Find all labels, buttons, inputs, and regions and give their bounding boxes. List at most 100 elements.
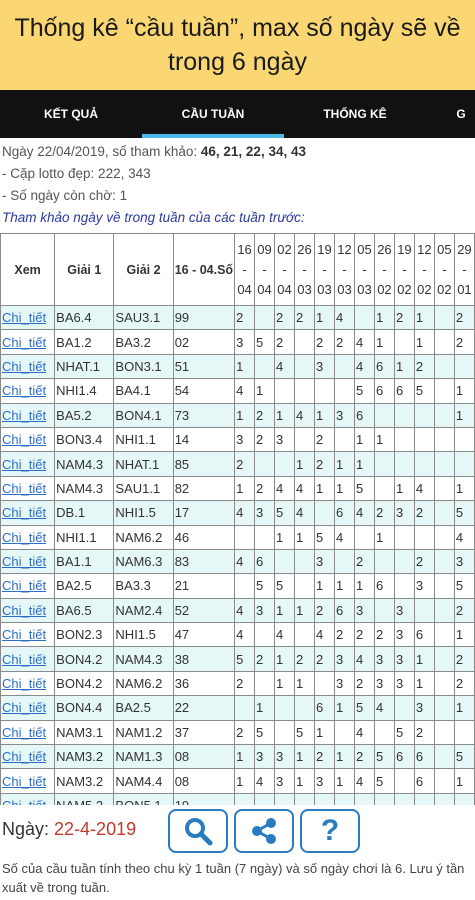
cell-giai-2: BA4.1 <box>113 378 174 404</box>
cell-day-count <box>294 548 315 575</box>
detail-link[interactable]: Chi_tiết <box>0 622 56 648</box>
help-button[interactable]: ? <box>300 809 360 853</box>
cell-day-count: 5 <box>294 719 315 746</box>
detail-link[interactable]: Chi_tiết <box>0 353 56 380</box>
cell-day-count <box>373 548 395 575</box>
cell-giai-2: BA3.3 <box>113 573 174 599</box>
cell-giai-2: BA2.5 <box>113 695 174 721</box>
detail-link[interactable]: Chi_tiết <box>0 378 56 404</box>
cell-day-count: 5 <box>373 768 395 794</box>
cell-day-count: 2 <box>373 622 395 648</box>
date-value[interactable]: 22-4-2019 <box>54 819 136 839</box>
detail-link[interactable]: Chi_tiết <box>0 548 56 575</box>
detail-link[interactable]: Chi_tiết <box>0 500 56 526</box>
detail-link[interactable]: Chi_tiết <box>0 719 56 746</box>
cell-day-count <box>393 573 415 599</box>
tab-cau-tuan[interactable]: CẦU TUẦN <box>142 90 284 138</box>
detail-link[interactable]: Chi_tiết <box>0 426 56 453</box>
cell-so: 47 <box>172 622 236 648</box>
detail-link[interactable]: Chi_tiết <box>0 475 56 502</box>
cell-day-count: 3 <box>393 500 415 526</box>
header-date-part: 02 <box>277 241 292 257</box>
cell-so: 99 <box>172 304 236 331</box>
detail-link[interactable]: Chi_tiết <box>0 670 56 697</box>
detail-link[interactable]: Chi_tiết <box>0 329 56 355</box>
cell-day-count <box>453 426 475 453</box>
table-body: Chi_tiết BA6.4 SAU3.1 99 2 2 2 1 4 1 2 1 2 Chi_tiết BA… <box>0 304 475 805</box>
cell-giai-1: BON2.3 <box>54 622 115 648</box>
detail-link[interactable]: Chi_tiết <box>0 792 56 805</box>
detail-link[interactable]: Chi_tiết <box>0 695 56 721</box>
tab-more[interactable]: G <box>426 90 475 138</box>
cell-day-count: 1 <box>393 353 415 380</box>
header-date-label: 12 - 03 <box>336 240 353 300</box>
table-row: Chi_tiếtNAM5.2BON5.119 <box>0 792 475 805</box>
cell-day-count: 4 <box>294 475 315 502</box>
cell-day-count: 3 <box>333 646 355 672</box>
cell-day-count: 1 <box>274 597 296 624</box>
cell-day-count: 2 <box>353 744 375 770</box>
tab-ket-qua[interactable]: KẾT QUẢ <box>0 90 142 138</box>
cell-giai-1: BON4.2 <box>54 646 115 672</box>
table-row: Chi_tiết NHI1.1 NAM6.2 46 1 1 5 4 1 4 <box>0 524 475 550</box>
share-button[interactable] <box>234 809 294 853</box>
cell-day-count: 5 <box>393 719 415 746</box>
cell-day-count <box>294 622 315 648</box>
cell-day-count <box>433 695 455 721</box>
detail-link[interactable]: Chi_tiết <box>0 744 56 770</box>
header-date-2: 02 - 04 <box>274 233 296 306</box>
cell-day-count: 1 <box>373 426 395 453</box>
cau-tuan-table-container[interactable]: Xem Giải 1 Giải 2 16 - 04.Số 16-04 09-04 0… <box>0 233 475 805</box>
header-date-1: 09 - 04 <box>254 233 276 306</box>
detail-link[interactable]: Chi_tiết <box>0 402 56 428</box>
cell-day-count <box>433 548 455 575</box>
cell-day-count: 1 <box>353 451 375 477</box>
header-date-part: 02 <box>397 281 412 297</box>
cell-giai-2: NHI1.1 <box>113 426 174 453</box>
cell-day-count: 6 <box>393 744 415 770</box>
cell-giai-2: BON5.1 <box>113 792 174 805</box>
detail-link[interactable]: Chi_tiết <box>0 573 56 599</box>
header-date-0: 16 - 04 <box>234 233 256 306</box>
detail-link[interactable]: Chi_tiết <box>0 451 56 477</box>
cell-day-count <box>413 597 435 624</box>
search-button[interactable] <box>168 809 228 853</box>
cell-day-count: 2 <box>413 719 435 746</box>
tab-thong-ke[interactable]: THỐNG KÊ <box>284 90 426 138</box>
cell-day-count: 1 <box>333 573 355 599</box>
promo-banner: Thống kê “cầu tuần”, max số ngày sẽ về t… <box>0 0 475 90</box>
cell-day-count: 3 <box>274 744 296 770</box>
cell-day-count: 4 <box>274 475 296 502</box>
header-date-part: 01 <box>457 281 472 297</box>
detail-link[interactable]: Chi_tiết <box>0 304 56 331</box>
cell-day-count: 2 <box>234 670 256 697</box>
cell-day-count <box>453 719 475 746</box>
header-date-part: 19 <box>397 241 412 257</box>
detail-link[interactable]: Chi_tiết <box>0 597 56 624</box>
cell-giai-1: BA5.2 <box>54 402 115 428</box>
cell-day-count <box>413 426 435 453</box>
footer-note: Số của cầu tuần tính theo chu kỳ 1 tuần … <box>2 861 465 895</box>
detail-link[interactable]: Chi_tiết <box>0 524 56 550</box>
cell-day-count: 3 <box>274 426 296 453</box>
cell-giai-2: NAM1.2 <box>113 719 174 746</box>
header-date-part: 02 <box>417 281 432 297</box>
cell-day-count: 2 <box>453 646 475 672</box>
cell-day-count: 1 <box>234 768 256 794</box>
cell-day-count <box>373 597 395 624</box>
cell-day-count <box>433 475 455 502</box>
cell-so: 46 <box>172 524 236 550</box>
detail-link[interactable]: Chi_tiết <box>0 646 56 672</box>
cell-day-count: 5 <box>274 500 296 526</box>
cell-giai-1: BA1.1 <box>54 548 115 575</box>
header-date-part: 05 <box>357 241 372 257</box>
cell-day-count: 1 <box>274 646 296 672</box>
detail-link[interactable]: Chi_tiết <box>0 768 56 794</box>
cell-day-count: 5 <box>453 744 475 770</box>
header-so: 16 - 04.Số <box>172 233 236 306</box>
header-date-part: 04 <box>277 281 292 297</box>
cell-day-count <box>413 451 435 477</box>
cell-so: 37 <box>172 719 236 746</box>
cell-day-count: 6 <box>353 402 375 428</box>
cell-day-count: 3 <box>333 670 355 697</box>
